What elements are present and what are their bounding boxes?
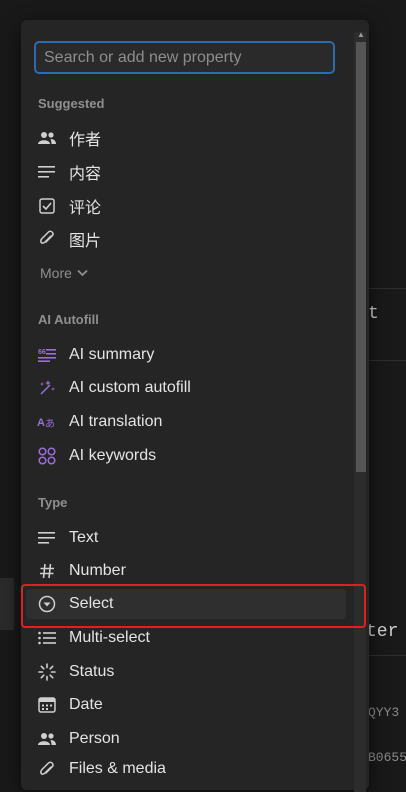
type-item-date[interactable]: Date bbox=[26, 690, 346, 720]
background-divider bbox=[368, 360, 406, 361]
item-label: AI translation bbox=[69, 413, 162, 431]
item-label: Number bbox=[69, 562, 126, 580]
item-label: Multi-select bbox=[69, 629, 150, 647]
item-label: Date bbox=[69, 696, 103, 714]
search-input[interactable] bbox=[36, 43, 333, 72]
scroll-up-icon[interactable]: ▲ bbox=[356, 30, 366, 40]
section-label-ai-autofill: AI Autofill bbox=[38, 312, 99, 327]
type-item-person[interactable]: Person bbox=[26, 724, 346, 754]
ai-item-keywords[interactable]: AI keywords bbox=[26, 441, 346, 471]
item-label: 内容 bbox=[69, 160, 101, 184]
background-divider bbox=[368, 288, 406, 289]
status-icon bbox=[37, 662, 57, 682]
paperclip-icon bbox=[37, 229, 57, 249]
keywords-icon bbox=[37, 446, 57, 466]
selection-highlight bbox=[21, 584, 366, 628]
type-item-number[interactable]: Number bbox=[26, 556, 346, 586]
item-label: AI keywords bbox=[69, 447, 156, 465]
background-text: t bbox=[368, 304, 379, 324]
text-lines-icon bbox=[37, 162, 57, 182]
people-icon bbox=[37, 128, 57, 148]
hash-icon bbox=[37, 561, 57, 581]
section-label-type: Type bbox=[38, 495, 67, 510]
translation-icon: Aあ bbox=[37, 412, 57, 432]
more-toggle[interactable]: More bbox=[40, 264, 88, 282]
svg-text:A: A bbox=[37, 417, 45, 429]
people-icon bbox=[37, 729, 57, 749]
item-label: Files & media bbox=[69, 760, 166, 778]
background-code: QYY3 bbox=[368, 705, 399, 720]
text-lines-icon bbox=[37, 528, 57, 548]
item-label: AI summary bbox=[69, 346, 154, 364]
svg-text:66: 66 bbox=[38, 349, 46, 356]
ai-summary-icon: 66 bbox=[37, 345, 57, 365]
item-label: Text bbox=[69, 529, 98, 547]
suggested-item-comment[interactable]: 评论 bbox=[26, 191, 346, 221]
calendar-icon bbox=[37, 695, 57, 715]
item-label: 图片 bbox=[69, 227, 101, 251]
background-text-ter: ter bbox=[366, 622, 398, 642]
type-item-files-media[interactable]: Files & media bbox=[26, 757, 346, 779]
suggested-item-content[interactable]: 内容 bbox=[26, 157, 346, 187]
background-panel-edge bbox=[0, 578, 14, 630]
background-divider bbox=[368, 655, 406, 656]
paperclip-icon bbox=[37, 760, 57, 779]
ai-item-translation[interactable]: Aあ AI translation bbox=[26, 407, 346, 437]
svg-text:あ: あ bbox=[45, 418, 55, 429]
list-icon bbox=[37, 628, 57, 648]
checkbox-icon bbox=[37, 196, 57, 216]
suggested-item-author[interactable]: 作者 bbox=[26, 123, 346, 153]
item-label: 评论 bbox=[69, 194, 101, 218]
item-label: Person bbox=[69, 730, 120, 748]
item-label: 作者 bbox=[69, 126, 101, 150]
item-label: AI custom autofill bbox=[69, 379, 191, 397]
type-item-text[interactable]: Text bbox=[26, 523, 346, 553]
item-label: Status bbox=[69, 663, 114, 681]
sparkle-icon bbox=[37, 378, 57, 398]
type-item-status[interactable]: Status bbox=[26, 657, 346, 687]
search-field[interactable] bbox=[34, 41, 335, 74]
ai-item-summary[interactable]: 66 AI summary bbox=[26, 340, 346, 370]
scrollbar-thumb[interactable] bbox=[356, 42, 366, 472]
section-label-suggested: Suggested bbox=[38, 96, 104, 111]
chevron-down-icon bbox=[77, 269, 88, 277]
suggested-item-image[interactable]: 图片 bbox=[26, 224, 346, 254]
ai-item-custom-autofill[interactable]: AI custom autofill bbox=[26, 373, 346, 403]
background-code: B0655 bbox=[368, 750, 406, 765]
more-label: More bbox=[40, 265, 72, 281]
